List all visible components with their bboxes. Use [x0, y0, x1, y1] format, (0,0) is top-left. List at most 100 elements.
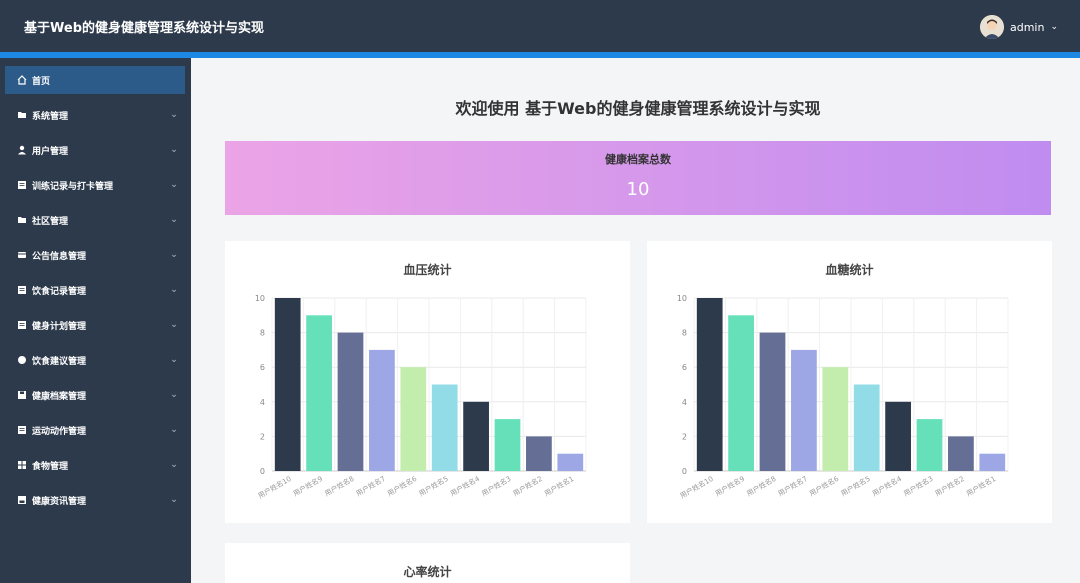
sidebar-item-diet-records[interactable]: 饮食记录管理 ⌄	[5, 276, 185, 304]
x-tick-label: 用户姓名7	[354, 474, 387, 498]
bar	[274, 298, 301, 471]
x-tick-label: 用户姓名1	[543, 474, 576, 498]
x-tick-label: 用户姓名7	[776, 474, 809, 498]
chevron-down-icon: ⌄	[170, 355, 178, 365]
sidebar-item-label: 用户管理	[32, 146, 69, 157]
bar	[526, 436, 552, 471]
sidebar-item-exercises[interactable]: 运动动作管理 ⌄	[5, 416, 185, 444]
sidebar-item-label: 训练记录与打卡管理	[32, 181, 114, 192]
sidebar-item-label: 运动动作管理	[32, 426, 87, 437]
sidebar-item-label: 首页	[32, 76, 51, 87]
x-tick-label: 用户姓名3	[902, 474, 935, 498]
sidebar-item-label: 健康档案管理	[32, 391, 87, 402]
folder-icon	[17, 215, 27, 225]
sidebar-item-label: 健康资讯管理	[32, 496, 87, 507]
y-tick-label: 10	[677, 294, 687, 303]
sidebar-item-label: 饮食建议管理	[32, 356, 87, 367]
bar	[853, 384, 880, 471]
chevron-down-icon: ⌄	[170, 460, 178, 470]
x-tick-label: 用户姓名6	[386, 474, 419, 498]
x-tick-label: 用户姓名8	[745, 474, 778, 498]
stat-label: 健康档案总数	[605, 153, 671, 166]
save-icon	[17, 390, 27, 400]
sidebar-item-foods[interactable]: 食物管理 ⌄	[5, 451, 185, 479]
save-icon	[17, 495, 27, 505]
y-tick-label: 4	[682, 398, 687, 407]
y-tick-label: 2	[260, 432, 265, 441]
sidebar-item-label: 健身计划管理	[32, 321, 87, 332]
bar	[979, 453, 1006, 471]
top-bar: 基于Web的健身健康管理系统设计与实现 admin ⌄	[0, 0, 1080, 52]
y-tick-label: 6	[682, 363, 687, 372]
chevron-down-icon: ⌄	[170, 285, 178, 295]
chart-card-blood-sugar: 血糖统计 0 2 4 6 8 10 用户姓名10 用户姓名9 用户姓名8 用户姓名7 用户姓名6 用户…	[647, 241, 1052, 523]
x-tick-label: 用户姓名10	[678, 474, 714, 500]
chart-card-heart-rate: 心率统计	[225, 543, 630, 583]
y-tick-label: 8	[260, 329, 265, 338]
x-tick-label: 用户姓名3	[480, 474, 513, 498]
sidebar: 首页 系统管理 ⌄ 用户管理 ⌄ 训练记录与打卡管理 ⌄ 社区管理 ⌄ 公告信息…	[0, 58, 191, 583]
chart-title: 心率统计	[403, 565, 452, 579]
page-title: 欢迎使用 基于Web的健身健康管理系统设计与实现	[455, 99, 821, 118]
bar	[791, 349, 817, 471]
user-icon	[17, 145, 27, 155]
chevron-down-icon: ⌄	[170, 495, 178, 505]
sidebar-item-system[interactable]: 系统管理 ⌄	[5, 101, 185, 129]
blood-pressure-chart: 0246810用户姓名10 用户姓名9 用户姓名8 用户姓名7 用户姓名6 用户姓名5 用户…	[255, 294, 587, 500]
x-tick-label: 用户姓名5	[839, 474, 872, 498]
bar	[431, 384, 458, 471]
home-icon	[17, 75, 27, 85]
chevron-down-icon: ⌄	[170, 145, 178, 155]
bar	[948, 436, 974, 471]
sidebar-item-health-records[interactable]: 健康档案管理 ⌄	[5, 381, 185, 409]
chevron-down-icon: ⌄	[170, 320, 178, 330]
sidebar-item-notices[interactable]: 公告信息管理 ⌄	[5, 241, 185, 269]
x-tick-label: 用户姓名5	[417, 474, 450, 498]
blood-sugar-chart: 0246810用户姓名10 用户姓名9 用户姓名8 用户姓名7 用户姓名6 用户姓名5 用户…	[677, 294, 1009, 500]
x-tick-label: 用户姓名9	[713, 474, 746, 498]
chevron-down-icon: ⌄	[1050, 22, 1058, 32]
x-tick-label: 用户姓名9	[291, 474, 324, 498]
sidebar-item-health-news[interactable]: 健康资讯管理 ⌄	[5, 486, 185, 514]
y-tick-label: 0	[682, 467, 687, 476]
bar	[557, 453, 584, 471]
chevron-down-icon: ⌄	[170, 110, 178, 120]
user-menu[interactable]: admin ⌄	[979, 15, 1058, 39]
app-title: 基于Web的健身健康管理系统设计与实现	[24, 21, 264, 36]
sidebar-item-label: 食物管理	[32, 461, 69, 472]
x-tick-label: 用户姓名1	[965, 474, 998, 498]
x-tick-label: 用户姓名2	[933, 474, 966, 498]
bar	[696, 298, 723, 471]
card-icon	[17, 250, 27, 260]
sidebar-item-users[interactable]: 用户管理 ⌄	[5, 136, 185, 164]
bar	[916, 419, 943, 471]
chevron-down-icon: ⌄	[170, 215, 178, 225]
bar	[822, 367, 849, 471]
list-icon	[17, 320, 27, 330]
total-health-records-card: 健康档案总数 10	[225, 141, 1051, 215]
sidebar-item-community[interactable]: 社区管理 ⌄	[5, 206, 185, 234]
bar	[463, 401, 489, 471]
sidebar-item-diet-advice[interactable]: 饮食建议管理 ⌄	[5, 346, 185, 374]
folder-icon	[17, 110, 27, 120]
x-tick-label: 用户姓名4	[448, 474, 481, 498]
sidebar-item-label: 公告信息管理	[32, 251, 87, 262]
y-tick-label: 8	[682, 329, 687, 338]
sidebar-item-label: 社区管理	[32, 216, 69, 227]
sidebar-item-training[interactable]: 训练记录与打卡管理 ⌄	[5, 171, 185, 199]
bar	[759, 332, 786, 471]
circle-icon	[17, 355, 27, 365]
sidebar-item-home[interactable]: 首页	[5, 66, 185, 94]
x-tick-label: 用户姓名8	[323, 474, 356, 498]
sidebar-item-label: 饮食记录管理	[32, 286, 87, 297]
sidebar-item-fitness-plans[interactable]: 健身计划管理 ⌄	[5, 311, 185, 339]
username: admin	[1009, 20, 1045, 34]
grid-icon	[17, 460, 27, 470]
bar	[728, 315, 754, 471]
chart-card-blood-pressure: 血压统计 0 2 4 6 8 10 用户姓名10 用户姓名9 用户姓名8 用户姓名7 用户姓名6 用户…	[225, 241, 630, 523]
sidebar-item-label: 系统管理	[32, 111, 69, 122]
bar	[337, 332, 364, 471]
y-tick-label: 0	[260, 467, 265, 476]
bar	[369, 349, 395, 471]
bar	[306, 315, 332, 471]
